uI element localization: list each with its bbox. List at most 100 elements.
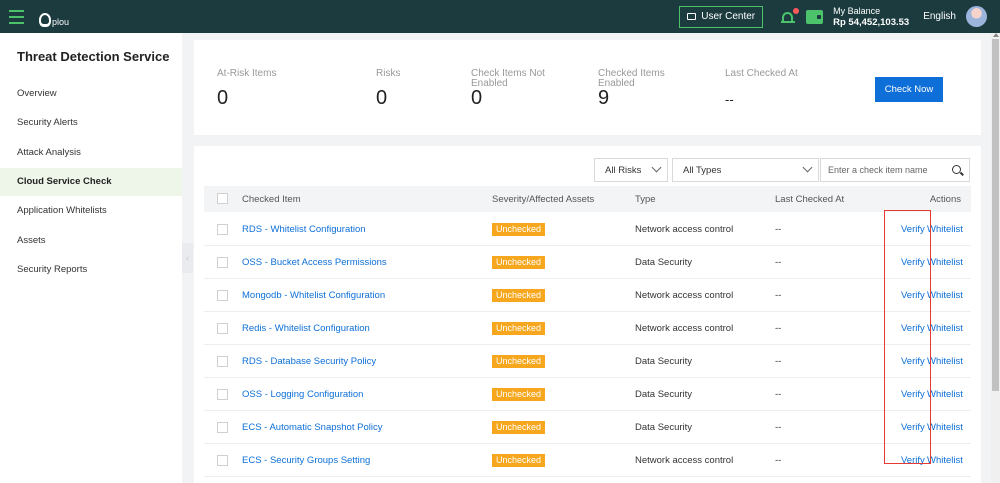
table-row: ECS - Security Groups Setting Unchecked Ne… [204,444,971,477]
type-filter-value: All Types [683,164,722,176]
balance-display[interactable]: My Balance Rp 54,452,103.53 [833,6,909,28]
verify-button[interactable]: Verify [901,224,925,235]
language-selector[interactable]: English [923,11,956,22]
table-row: RDS - Database Security Policy Unchecked D… [204,345,971,378]
last-checked-cell: -- [775,256,782,268]
verify-button[interactable]: Verify [901,356,925,367]
row-checkbox[interactable] [217,422,228,433]
type-filter-select[interactable]: All Types [672,158,819,182]
type-cell: Network access control [635,289,734,301]
whitelist-button[interactable]: Whitelist [927,257,963,268]
whitelist-button[interactable]: Whitelist [927,455,963,466]
stat-last-checked-at: Last Checked At -- [725,69,815,110]
type-cell: Data Security [635,355,693,367]
type-cell: Network access control [635,322,734,334]
check-item-link[interactable]: ECS - Security Groups Setting [242,455,370,466]
search-input[interactable] [821,160,946,180]
column-header-actions: Actions [929,193,961,205]
avatar[interactable] [966,6,987,27]
check-item-link[interactable]: OSS - Bucket Access Permissions [242,257,387,268]
select-all-checkbox[interactable] [217,193,228,204]
check-now-button[interactable]: Check Now [875,77,943,102]
last-checked-cell: -- [775,454,782,466]
row-checkbox[interactable] [217,356,228,367]
sidebar-item-assets[interactable]: Assets [0,227,182,255]
sidebar-title: Threat Detection Service [17,49,170,64]
chevron-down-icon [651,162,662,173]
scrollbar-thumb[interactable] [992,39,999,391]
check-item-link[interactable]: ECS - Automatic Snapshot Policy [242,422,382,433]
stat-value: 0 [471,87,483,109]
last-checked-cell: -- [775,223,782,235]
type-cell: Data Security [635,388,693,400]
row-checkbox[interactable] [217,389,228,400]
column-header-severity: Severity/Affected Assets [492,193,595,205]
whitelist-button[interactable]: Whitelist [927,224,963,235]
type-cell: Network access control [635,223,734,235]
sidebar-item-security-reports[interactable]: Security Reports [0,256,182,284]
stat-check-items-not-enabled: Check Items Not Enabled 0 [471,68,551,109]
status-badge: Unchecked [492,453,546,467]
check-item-link[interactable]: RDS - Database Security Policy [242,356,376,367]
monitor-icon [687,13,697,20]
risk-filter-value: All Risks [605,164,642,176]
whitelist-button[interactable]: Whitelist [927,422,963,433]
scroll-up-icon[interactable] [993,33,999,37]
search-icon[interactable] [952,165,961,174]
verify-button[interactable]: Verify [901,422,925,433]
balance-value: Rp 54,452,103.53 [833,16,910,28]
verify-button[interactable]: Verify [901,455,925,466]
verify-button[interactable]: Verify [901,290,925,301]
table-row: Redis - Whitelist Configuration Unchecked… [204,312,971,345]
row-checkbox[interactable] [217,455,228,466]
notification-dot [793,7,800,14]
notification-bell-icon[interactable] [781,7,800,24]
row-checkbox[interactable] [217,224,228,235]
whitelist-button[interactable]: Whitelist [927,356,963,367]
table-header: Checked Item Severity/Affected Assets Ty… [204,186,971,212]
table-row: Mongodb - Whitelist Configuration Uncheck… [204,279,971,312]
check-item-link[interactable]: Mongodb - Whitelist Configuration [242,290,385,301]
row-checkbox[interactable] [217,290,228,301]
table-row: OSS - Logging Configuration Unchecked Data… [204,378,971,411]
column-header-type: Type [635,193,656,205]
chevron-left-icon: ‹ [186,253,189,263]
stat-at-risk-items: At-Risk Items 0 [217,68,297,109]
type-cell: Network access control [635,454,734,466]
sidebar-item-application-whitelists[interactable]: Application Whitelists [0,197,182,225]
whitelist-button[interactable]: Whitelist [927,389,963,400]
row-checkbox[interactable] [217,323,228,334]
status-badge: Unchecked [492,420,546,434]
sidebar-item-overview[interactable]: Overview [0,80,182,108]
stat-label: At-Risk Items [217,68,277,79]
stat-label: Check Items Not Enabled [471,68,545,89]
type-cell: Data Security [635,421,693,433]
sidebar-collapse-handle[interactable]: ‹ [182,243,193,273]
top-bar: plou User Center My Balance Rp 54,452,10… [0,0,1000,33]
page-scrollbar[interactable] [991,33,1000,483]
verify-button[interactable]: Verify [901,389,925,400]
check-item-link[interactable]: OSS - Logging Configuration [242,389,363,400]
whitelist-button[interactable]: Whitelist [927,290,963,301]
sidebar-item-cloud-service-check[interactable]: Cloud Service Check [0,168,182,196]
stat-value: 9 [598,87,610,109]
risk-filter-select[interactable]: All Risks [594,158,668,182]
wallet-icon[interactable] [806,9,824,24]
row-checkbox[interactable] [217,257,228,268]
table-row: RDS - Whitelist Configuration Unchecked Ne… [204,213,971,246]
stat-risks: Risks 0 [376,69,456,109]
last-checked-cell: -- [775,355,782,367]
whitelist-button[interactable]: Whitelist [927,323,963,334]
verify-button[interactable]: Verify [901,257,925,268]
user-center-button[interactable]: User Center [679,5,764,28]
balance-label: My Balance [833,5,881,16]
verify-button[interactable]: Verify [901,323,925,334]
status-badge: Unchecked [492,288,546,302]
menu-icon[interactable] [0,0,33,33]
sidebar-item-security-alerts[interactable]: Security Alerts [0,109,182,137]
check-item-link[interactable]: Redis - Whitelist Configuration [242,323,370,334]
column-header-last-checked: Last Checked At [775,193,845,205]
sidebar-item-attack-analysis[interactable]: Attack Analysis [0,139,182,167]
logo[interactable]: plou [39,7,69,27]
check-item-link[interactable]: RDS - Whitelist Configuration [242,224,366,235]
